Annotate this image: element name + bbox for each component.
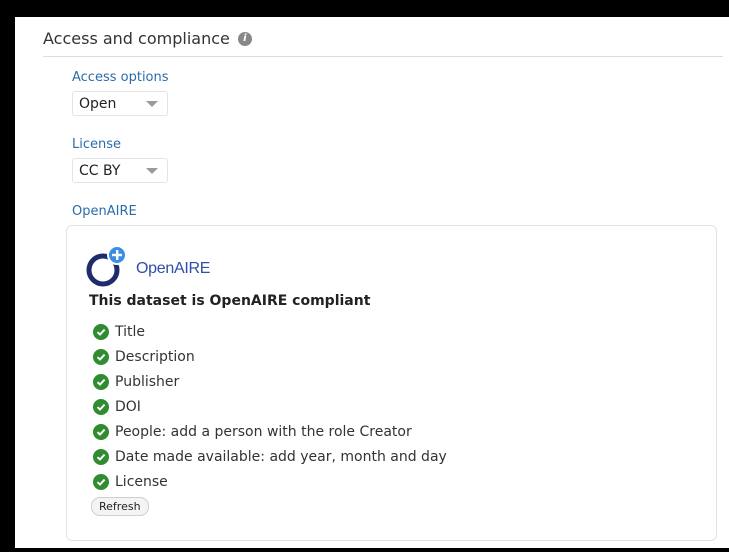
check-item-label: Description: [115, 348, 195, 365]
refresh-button[interactable]: Refresh: [91, 497, 149, 516]
license-label: License: [72, 137, 122, 152]
check-circle-icon: [93, 448, 109, 465]
compliance-checklist: Title Description Publisher DOI People: …: [93, 319, 447, 494]
openaire-logo-text: OpenAIRE: [136, 260, 211, 277]
check-item: Publisher: [93, 369, 447, 394]
section-header: Access and compliance i: [43, 29, 252, 48]
check-circle-icon: [93, 473, 109, 490]
check-circle-icon: [93, 373, 109, 390]
info-icon[interactable]: i: [237, 31, 252, 46]
section-title: Access and compliance: [43, 29, 230, 48]
openaire-label: OpenAIRE: [72, 204, 137, 219]
access-options-value: Open: [79, 95, 117, 112]
access-options-label: Access options: [72, 70, 169, 85]
check-circle-icon: [93, 398, 109, 415]
check-item-label: License: [115, 473, 168, 490]
openaire-logo-icon: [86, 245, 127, 287]
check-circle-icon: [93, 323, 109, 340]
chevron-down-icon: [146, 101, 158, 107]
check-item-label: Date made available: add year, month and…: [115, 448, 447, 465]
check-item: DOI: [93, 394, 447, 419]
license-select[interactable]: CC BY: [72, 158, 168, 183]
openaire-panel: OpenAIRE This dataset is OpenAIRE compli…: [66, 225, 717, 541]
check-item-label: People: add a person with the role Creat…: [115, 423, 412, 440]
chevron-down-icon: [146, 168, 158, 174]
check-circle-icon: [93, 423, 109, 440]
license-value: CC BY: [79, 162, 121, 179]
openaire-logo: OpenAIRE: [85, 244, 225, 290]
check-item-label: DOI: [115, 398, 141, 415]
compliance-status: This dataset is OpenAIRE compliant: [89, 293, 371, 309]
check-circle-icon: [93, 348, 109, 365]
check-item: People: add a person with the role Creat…: [93, 419, 447, 444]
check-item: Date made available: add year, month and…: [93, 444, 447, 469]
check-item-label: Title: [115, 323, 146, 340]
check-item-label: Publisher: [115, 373, 180, 390]
section-divider: [43, 56, 723, 57]
check-item: Description: [93, 344, 447, 369]
content-frame: Access and compliance i Access options O…: [15, 17, 729, 548]
check-item: Title: [93, 319, 447, 344]
access-options-select[interactable]: Open: [72, 91, 168, 116]
check-item: License: [93, 469, 447, 494]
